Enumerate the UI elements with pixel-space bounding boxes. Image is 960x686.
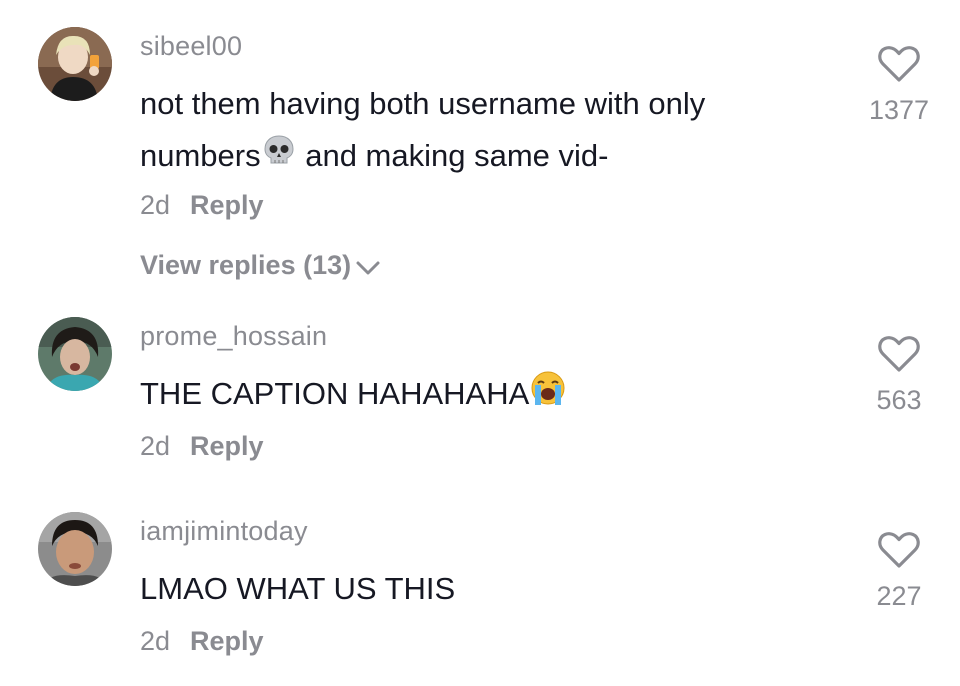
comment-text-line: LMAO WHAT US THIS — [140, 571, 456, 606]
comment-meta: 2d Reply — [140, 626, 264, 657]
comment-text-line: not them having both username with only — [140, 86, 706, 121]
heart-icon[interactable] — [860, 44, 938, 89]
reply-button[interactable]: Reply — [190, 626, 264, 656]
like-group: 563 — [860, 334, 938, 416]
comment-meta: 2d Reply — [140, 190, 264, 221]
view-replies-label: View replies (13) — [140, 250, 352, 280]
chevron-down-icon — [351, 250, 381, 280]
comment-text: THE CAPTION HAHAHAHA — [140, 368, 567, 423]
loudly-crying-face-icon — [529, 369, 567, 423]
view-replies-button[interactable]: View replies (13) — [140, 250, 381, 281]
heart-icon[interactable] — [860, 334, 938, 379]
like-group: 1377 — [860, 44, 938, 126]
username[interactable]: iamjimintoday — [140, 516, 308, 547]
avatar[interactable] — [38, 27, 112, 101]
reply-button[interactable]: Reply — [190, 190, 264, 220]
skull-icon — [261, 132, 297, 184]
comment-meta: 2d Reply — [140, 431, 264, 462]
like-count: 563 — [876, 385, 922, 415]
timestamp: 2d — [140, 626, 171, 656]
comment-text-line: THE CAPTION HAHAHAHA — [140, 376, 530, 411]
like-group: 227 — [860, 530, 938, 612]
heart-icon[interactable] — [860, 530, 938, 575]
timestamp: 2d — [140, 190, 171, 220]
comment-text: not them having both username with only … — [140, 78, 705, 184]
reply-button[interactable]: Reply — [190, 431, 264, 461]
like-count: 1377 — [868, 95, 930, 125]
comment-text: LMAO WHAT US THIS — [140, 563, 455, 615]
avatar[interactable] — [38, 512, 112, 586]
username[interactable]: prome_hossain — [140, 321, 327, 352]
like-count: 227 — [876, 581, 922, 611]
timestamp: 2d — [140, 431, 171, 461]
comment-text-line: and making same vid- — [296, 138, 609, 173]
username[interactable]: sibeel00 — [140, 31, 242, 62]
avatar[interactable] — [38, 317, 112, 391]
comment-text-line: numbers — [140, 138, 261, 173]
